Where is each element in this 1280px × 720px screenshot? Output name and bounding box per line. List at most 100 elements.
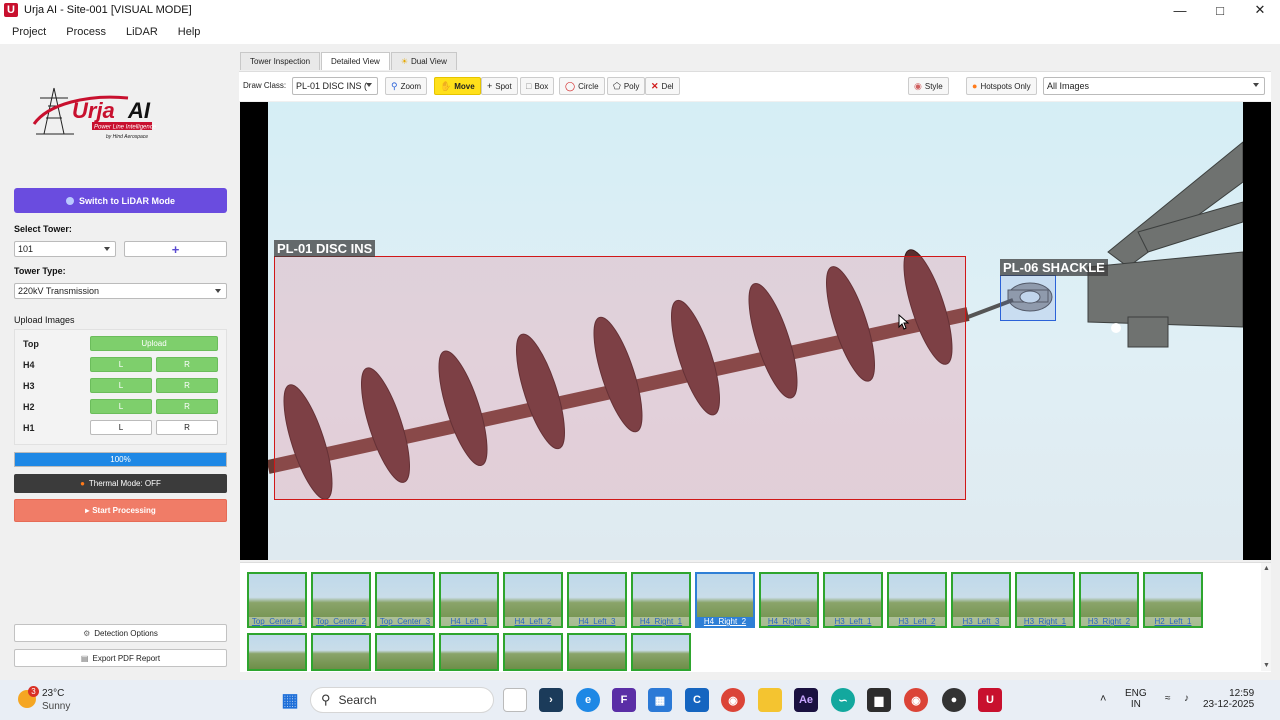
thermal-mode-button[interactable]: ● Thermal Mode: OFF [14, 474, 227, 493]
tower-select[interactable]: 101 [14, 241, 116, 257]
chevron-down-icon [104, 247, 110, 251]
tab-dual-view[interactable]: ☀ Dual View [390, 52, 457, 70]
upload-h2-left-button[interactable]: L [90, 399, 152, 414]
svg-text:Urja: Urja [72, 98, 115, 123]
box-button[interactable]: □ Box [520, 77, 555, 95]
edge-browser-icon[interactable]: e [576, 688, 600, 712]
image-filter-value: All Images [1047, 81, 1090, 91]
magnifier-icon: ⚲ [391, 80, 398, 91]
menu-help[interactable]: Help [178, 26, 201, 38]
close-icon[interactable]: ✕ [1240, 0, 1280, 20]
upload-h4-left-button[interactable]: L [90, 357, 152, 372]
thumbnail-item[interactable] [247, 633, 307, 671]
chrome-icon[interactable]: ◉ [721, 688, 745, 712]
thumbnail-item[interactable]: Top_Center_3 [375, 572, 435, 628]
style-label: Style [924, 81, 943, 91]
thumbnail-scrollbar[interactable]: ▲ ▼ [1261, 563, 1271, 671]
thumbnail-item[interactable] [439, 633, 499, 671]
language-indicator[interactable]: ENG IN [1125, 688, 1147, 710]
copilot-app-icon[interactable]: C [685, 688, 709, 712]
thumbnail-item[interactable]: H3_Left_2 [887, 572, 947, 628]
thumbnail-item[interactable]: H4_Right_3 [759, 572, 819, 628]
thumbnail-item[interactable]: H4_Left_3 [567, 572, 627, 628]
tab-tower-inspection[interactable]: Tower Inspection [240, 52, 321, 70]
poly-button[interactable]: ⬠ Poly [607, 77, 646, 95]
thumbnail-item[interactable] [503, 633, 563, 671]
move-button[interactable]: ✋ Move [434, 77, 481, 95]
menu-project[interactable]: Project [12, 26, 46, 38]
tower-type-label: Tower Type: [14, 266, 66, 276]
app-swirl-icon[interactable]: ∽ [831, 688, 855, 712]
forms-app-icon[interactable]: F [612, 688, 636, 712]
zoom-button[interactable]: ⚲ Zoom [385, 77, 428, 95]
thumbnail-item[interactable]: H3_Left_1 [823, 572, 883, 628]
add-tower-button[interactable]: + [124, 241, 227, 257]
upload-h3-right-button[interactable]: R [156, 378, 218, 393]
thumbnail-item[interactable]: H4_Left_1 [439, 572, 499, 628]
scroll-up-icon[interactable]: ▲ [1263, 565, 1270, 572]
taskbar-search[interactable]: ⚲ Search [310, 687, 494, 713]
thumbnail-item[interactable]: H4_Right_2 [695, 572, 755, 628]
terminal-app-icon[interactable]: › [539, 688, 563, 712]
export-pdf-button[interactable]: ▤ Export PDF Report [14, 649, 227, 667]
urja-ai-taskbar-icon[interactable]: U [978, 688, 1002, 712]
menu-lidar[interactable]: LiDAR [126, 26, 158, 38]
tab-detailed-view[interactable]: Detailed View [321, 52, 390, 70]
thumbnail-item[interactable] [631, 633, 691, 671]
thumbnail-item[interactable]: H4_Left_2 [503, 572, 563, 628]
thumbnail-item[interactable]: H3_Left_3 [951, 572, 1011, 628]
thumbnail-item[interactable]: H3_Right_1 [1015, 572, 1075, 628]
thumbnail-label: H3_Right_1 [1017, 617, 1073, 626]
windows-start-icon[interactable]: ▦ [278, 688, 302, 712]
folder-icon[interactable] [758, 688, 782, 712]
thumbnail-item[interactable]: Top_Center_2 [311, 572, 371, 628]
svg-text:Power Line Intelligence: Power Line Intelligence [94, 125, 157, 131]
upload-h1-right-button[interactable]: R [156, 420, 218, 435]
upload-row-label: H3 [23, 381, 35, 391]
upload-h4-right-button[interactable]: R [156, 357, 218, 372]
style-button[interactable]: ◉ Style [908, 77, 949, 95]
upload-top-button[interactable]: Upload [90, 336, 218, 351]
upload-h1-left-button[interactable]: L [90, 420, 152, 435]
thumbnail-item[interactable] [567, 633, 627, 671]
store-app-icon[interactable]: ▦ [648, 688, 672, 712]
weather-widget[interactable]: 3 23°C Sunny [14, 686, 94, 716]
maximize-icon[interactable]: □ [1200, 0, 1240, 20]
console-icon[interactable]: ▆ [867, 688, 891, 712]
annotation-box-disc-ins[interactable] [274, 256, 966, 500]
file-icon[interactable] [503, 688, 527, 712]
circle-button[interactable]: ◯ Circle [559, 77, 605, 95]
after-effects-icon[interactable]: Ae [794, 688, 818, 712]
spot-button[interactable]: + Spot [481, 77, 518, 95]
switch-lidar-button[interactable]: Switch to LiDAR Mode [14, 188, 227, 213]
thumbnail-item[interactable] [375, 633, 435, 671]
tower-type-select[interactable]: 220kV Transmission [14, 283, 227, 299]
polygon-icon: ⬠ [613, 80, 621, 91]
thumbnail-item[interactable]: H3_Right_2 [1079, 572, 1139, 628]
image-canvas[interactable]: PL-01 DISC INS PL-06 SHACKLE [240, 102, 1271, 560]
minimize-icon[interactable]: — [1160, 0, 1200, 20]
menu-process[interactable]: Process [66, 26, 106, 38]
start-processing-button[interactable]: ▸ Start Processing [14, 499, 227, 522]
detection-options-button[interactable]: ⚙ Detection Options [14, 624, 227, 642]
chevron-up-icon[interactable]: ˄ [1100, 693, 1106, 705]
thumbnail-item[interactable]: Top_Center_1 [247, 572, 307, 628]
thumbnail-item[interactable] [311, 633, 371, 671]
thumbnail-item[interactable]: H4_Right_1 [631, 572, 691, 628]
hotspots-only-button[interactable]: ● Hotspots Only [966, 77, 1037, 95]
app-dark-icon[interactable]: ● [942, 688, 966, 712]
thumbnail-item[interactable]: H2_Left_1 [1143, 572, 1203, 628]
chrome-icon-2[interactable]: ◉ [904, 688, 928, 712]
draw-class-label: Draw Class: [243, 81, 287, 90]
upload-h2-right-button[interactable]: R [156, 399, 218, 414]
draw-class-select[interactable]: PL-01 DISC INS ( [292, 77, 378, 95]
scroll-down-icon[interactable]: ▼ [1263, 662, 1270, 669]
upload-h3-left-button[interactable]: L [90, 378, 152, 393]
upload-row-h2: H2 L R [15, 399, 228, 415]
speaker-icon[interactable]: ♪ [1184, 693, 1189, 704]
delete-button[interactable]: ✕ Del [645, 77, 680, 95]
clock[interactable]: 12:59 23-12-2025 [1203, 688, 1254, 710]
image-filter-select[interactable]: All Images [1043, 77, 1265, 95]
annotation-box-shackle[interactable] [1000, 275, 1056, 321]
wifi-icon[interactable]: ≈ [1165, 693, 1171, 704]
